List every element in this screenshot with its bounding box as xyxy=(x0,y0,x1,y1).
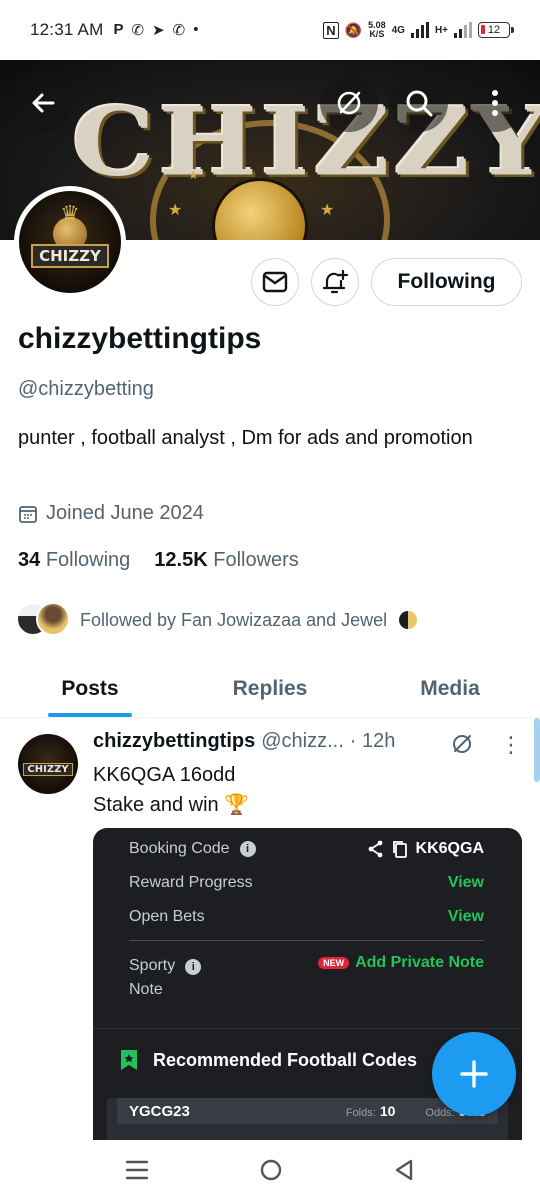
whatsapp-icon: ✆ xyxy=(131,22,145,39)
star-icon: ★ xyxy=(320,202,335,219)
back-arrow-icon xyxy=(32,93,55,113)
more-options-button[interactable] xyxy=(466,74,524,132)
following-link[interactable]: 34 Following xyxy=(18,549,130,572)
back-icon[interactable] xyxy=(393,1158,415,1182)
recommended-title: Recommended Football Codes xyxy=(119,1048,417,1072)
mute-icon: 🔕 xyxy=(344,21,363,38)
plus-icon xyxy=(460,1060,488,1088)
status-app-icons: P ✆ ➤ ✆ • xyxy=(113,21,198,39)
p-app-icon: P xyxy=(113,21,124,38)
copy-icon xyxy=(392,841,407,858)
scrollbar[interactable] xyxy=(534,718,540,782)
post-author-name[interactable]: chizzybettingtips xyxy=(93,730,255,753)
search-icon xyxy=(406,90,433,117)
status-bar: 12:31 AM P ✆ ➤ ✆ • N 🔕 5.08 K/S 4G H+ 12 xyxy=(0,0,540,60)
crown-icon: ♛ xyxy=(60,201,80,226)
network2-label: H+ xyxy=(434,24,448,36)
calendar-icon xyxy=(19,505,37,523)
follow-stats: 34 Following 12.5K Followers xyxy=(18,549,299,572)
net-speed: 5.08 K/S xyxy=(368,20,386,39)
grok-icon[interactable] xyxy=(450,732,474,756)
dot-icon: • xyxy=(193,21,199,38)
followers-link[interactable]: 12.5K Followers xyxy=(154,549,299,572)
post-avatar[interactable]: CHIZZY xyxy=(18,734,78,794)
grok-icon xyxy=(337,91,361,115)
telegram-icon: ➤ xyxy=(152,22,165,39)
mail-icon xyxy=(262,271,288,293)
info-icon: i xyxy=(185,959,202,975)
profile-display-name: chizzybettingtips xyxy=(18,322,262,355)
home-icon[interactable] xyxy=(259,1158,283,1182)
post-more-icon[interactable]: ⋮ xyxy=(500,732,522,758)
post-time: · 12h xyxy=(349,730,396,752)
battery-icon: 12 xyxy=(478,22,514,38)
moon-emoji-icon xyxy=(399,611,418,629)
nfc-icon: N xyxy=(323,21,339,39)
post-author-handle[interactable]: @chizz... xyxy=(261,730,344,753)
share-icon xyxy=(368,840,382,858)
compose-post-button[interactable] xyxy=(432,1032,516,1116)
profile-tabs: Posts Replies Media xyxy=(0,660,540,718)
message-button[interactable] xyxy=(251,258,299,306)
trophy-emoji-icon: 🏆 xyxy=(224,794,250,816)
signal2-icon xyxy=(454,22,472,38)
bell-plus-icon xyxy=(322,269,349,294)
new-badge: NEW xyxy=(318,957,350,969)
divider xyxy=(129,940,484,941)
status-time: 12:31 AM xyxy=(30,20,104,39)
sporty-note-row: Sporty i Note NEW Add Private Note xyxy=(129,954,484,998)
avatar-logo-text: CHIZZY xyxy=(31,244,109,268)
profile-avatar[interactable]: ♛ CHIZZY xyxy=(14,186,126,298)
followed-by-text: Followed by Fan Jowizazaa and Jewel xyxy=(80,609,388,630)
profile-handle: @chizzybetting xyxy=(18,378,154,400)
joined-text: Joined June 2024 xyxy=(46,502,204,524)
post-text: KK6QGA 16odd Stake and win 🏆 xyxy=(93,760,249,820)
followed-by[interactable]: Followed by Fan Jowizazaa and Jewel xyxy=(16,602,418,638)
whatsapp-icon: ✆ xyxy=(172,22,186,39)
more-vertical-icon xyxy=(492,90,498,116)
network-label: 4G xyxy=(391,24,405,36)
tab-media[interactable]: Media xyxy=(360,660,540,717)
post-line-2: Stake and win 🏆 xyxy=(93,794,250,816)
search-button[interactable] xyxy=(390,74,448,132)
profile-bio: punter , football analyst , Dm for ads a… xyxy=(18,427,473,449)
notifications-button[interactable] xyxy=(311,258,359,306)
info-icon: i xyxy=(239,841,256,857)
avatar xyxy=(36,602,70,636)
system-nav-bar xyxy=(0,1140,540,1200)
bookmark-star-icon xyxy=(121,1050,137,1070)
open-bets-row: Open Bets View xyxy=(129,908,484,925)
joined-date: Joined June 2024 xyxy=(18,502,204,525)
reward-progress-row: Reward Progress View xyxy=(129,874,484,891)
star-icon: ★ xyxy=(168,202,183,219)
recent-apps-icon[interactable] xyxy=(125,1159,149,1181)
tab-posts[interactable]: Posts xyxy=(0,660,180,717)
tab-replies[interactable]: Replies xyxy=(180,660,360,717)
booking-code-row: Booking Code i KK6QGA xyxy=(129,840,484,858)
following-button[interactable]: Following xyxy=(371,258,522,306)
signal-icon xyxy=(410,22,429,38)
back-button[interactable] xyxy=(14,74,72,132)
grok-button[interactable] xyxy=(320,74,378,132)
star-icon: ★ xyxy=(188,168,199,182)
status-right: N 🔕 5.08 K/S 4G H+ 12 xyxy=(323,20,514,39)
post-line-1: KK6QGA 16odd xyxy=(93,764,236,786)
avatar-logo-text: CHIZZY xyxy=(23,762,73,776)
followed-by-avatars xyxy=(16,602,72,638)
post-header: chizzybettingtips @chizz... · 12h xyxy=(93,730,395,753)
